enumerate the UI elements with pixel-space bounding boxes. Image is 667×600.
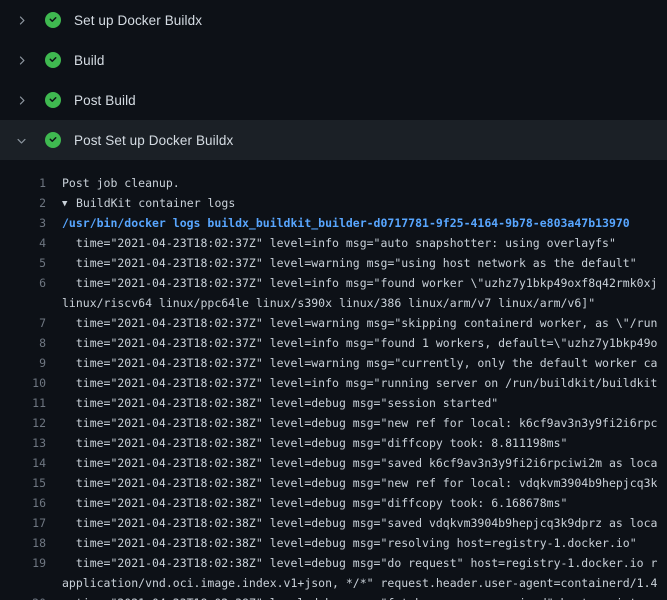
log-line: 16 time="2021-04-23T18:02:38Z" level=deb…	[0, 493, 667, 513]
log-line: 12 time="2021-04-23T18:02:38Z" level=deb…	[0, 413, 667, 433]
line-number[interactable]: 15	[0, 473, 46, 493]
check-circle-icon	[45, 132, 61, 148]
log-line: 9 time="2021-04-23T18:02:37Z" level=warn…	[0, 353, 667, 373]
log-line: 15 time="2021-04-23T18:02:38Z" level=deb…	[0, 473, 667, 493]
log-text: time="2021-04-23T18:02:38Z" level=debug …	[62, 493, 567, 513]
line-number[interactable]: 8	[0, 333, 46, 353]
log-text: time="2021-04-23T18:02:38Z" level=debug …	[62, 433, 567, 453]
log-line: 14 time="2021-04-23T18:02:38Z" level=deb…	[0, 453, 667, 473]
log-group-label[interactable]: BuildKit container logs	[76, 196, 235, 210]
log-text: time="2021-04-23T18:02:38Z" level=debug …	[62, 553, 657, 573]
step-header-1[interactable]: Build	[0, 40, 667, 80]
log-line: 18 time="2021-04-23T18:02:38Z" level=deb…	[0, 533, 667, 553]
log-line: 19 time="2021-04-23T18:02:38Z" level=deb…	[0, 553, 667, 573]
log-line: 20 time="2021-04-23T18:02:38Z" level=deb…	[0, 593, 667, 600]
log-text: time="2021-04-23T18:02:37Z" level=info m…	[62, 233, 616, 253]
log-line-wrap: application/vnd.oci.image.index.v1+json,…	[0, 573, 667, 593]
log-line: 1 Post job cleanup.	[0, 173, 667, 193]
log-text: application/vnd.oci.image.index.v1+json,…	[62, 573, 657, 593]
log-line: 11 time="2021-04-23T18:02:38Z" level=deb…	[0, 393, 667, 413]
step-label: Post Build	[74, 93, 136, 108]
log-group-toggle[interactable]: ▼BuildKit container logs	[62, 193, 235, 213]
log-text: time="2021-04-23T18:02:37Z" level=info m…	[62, 333, 657, 353]
log-command-text: /usr/bin/docker logs buildx_buildkit_bui…	[62, 213, 630, 233]
log-text: time="2021-04-23T18:02:37Z" level=info m…	[62, 373, 657, 393]
log-line-wrap: linux/riscv64 linux/ppc64le linux/s390x …	[0, 293, 667, 313]
line-number[interactable]: 20	[0, 593, 46, 600]
log-line: 10 time="2021-04-23T18:02:37Z" level=inf…	[0, 373, 667, 393]
log-line: 8 time="2021-04-23T18:02:37Z" level=info…	[0, 333, 667, 353]
log-text: time="2021-04-23T18:02:38Z" level=debug …	[62, 453, 657, 473]
log-text: time="2021-04-23T18:02:37Z" level=warnin…	[62, 253, 637, 273]
chevron-down-icon[interactable]	[13, 132, 29, 148]
line-number[interactable]: 11	[0, 393, 46, 413]
log-text: time="2021-04-23T18:02:37Z" level=info m…	[62, 273, 657, 293]
line-number	[0, 293, 46, 313]
line-number[interactable]: 13	[0, 433, 46, 453]
log-text: time="2021-04-23T18:02:38Z" level=debug …	[62, 413, 657, 433]
line-number[interactable]: 19	[0, 553, 46, 573]
log-line: 3/usr/bin/docker logs buildx_buildkit_bu…	[0, 213, 667, 233]
log-text: time="2021-04-23T18:02:38Z" level=debug …	[62, 533, 637, 553]
step-label: Post Set up Docker Buildx	[74, 133, 233, 148]
line-number	[0, 573, 46, 593]
step-header-3[interactable]: Post Set up Docker Buildx	[0, 120, 667, 160]
line-number[interactable]: 3	[0, 213, 46, 233]
log-text: time="2021-04-23T18:02:38Z" level=debug …	[62, 393, 498, 413]
log-line: 7 time="2021-04-23T18:02:37Z" level=warn…	[0, 313, 667, 333]
steps-list: Set up Docker Buildx Build Post Build Post …	[0, 0, 667, 160]
check-circle-icon	[45, 52, 61, 68]
line-number[interactable]: 4	[0, 233, 46, 253]
line-number[interactable]: 1	[0, 173, 46, 193]
log-line: 4 time="2021-04-23T18:02:37Z" level=info…	[0, 233, 667, 253]
line-number[interactable]: 14	[0, 453, 46, 473]
line-number[interactable]: 9	[0, 353, 46, 373]
step-label: Set up Docker Buildx	[74, 13, 202, 28]
log-text: linux/riscv64 linux/ppc64le linux/s390x …	[62, 293, 595, 313]
log-text: time="2021-04-23T18:02:37Z" level=warnin…	[62, 313, 657, 333]
line-number[interactable]: 17	[0, 513, 46, 533]
chevron-right-icon[interactable]	[13, 12, 29, 28]
chevron-right-icon[interactable]	[13, 52, 29, 68]
line-number[interactable]: 16	[0, 493, 46, 513]
log-container: 1 Post job cleanup. 2 ▼BuildKit container l…	[0, 160, 667, 600]
log-line: 13 time="2021-04-23T18:02:38Z" level=deb…	[0, 433, 667, 453]
line-number[interactable]: 10	[0, 373, 46, 393]
line-number[interactable]: 7	[0, 313, 46, 333]
log-line: 6 time="2021-04-23T18:02:37Z" level=info…	[0, 273, 667, 293]
log-line: 5 time="2021-04-23T18:02:37Z" level=warn…	[0, 253, 667, 273]
log-line: 2 ▼BuildKit container logs	[0, 193, 667, 213]
log-text: time="2021-04-23T18:02:38Z" level=debug …	[62, 513, 657, 533]
log-text: Post job cleanup.	[62, 173, 180, 193]
line-number[interactable]: 6	[0, 273, 46, 293]
check-circle-icon	[45, 12, 61, 28]
log-text: time="2021-04-23T18:02:38Z" level=debug …	[62, 473, 657, 493]
log-text: time="2021-04-23T18:02:38Z" level=debug …	[62, 593, 657, 600]
log-line: 17 time="2021-04-23T18:02:38Z" level=deb…	[0, 513, 667, 533]
check-circle-icon	[45, 92, 61, 108]
line-number[interactable]: 18	[0, 533, 46, 553]
step-header-2[interactable]: Post Build	[0, 80, 667, 120]
step-label: Build	[74, 53, 105, 68]
line-number[interactable]: 5	[0, 253, 46, 273]
chevron-right-icon[interactable]	[13, 92, 29, 108]
step-header-0[interactable]: Set up Docker Buildx	[0, 0, 667, 40]
line-number[interactable]: 2	[0, 193, 46, 213]
line-number[interactable]: 12	[0, 413, 46, 433]
log-text: time="2021-04-23T18:02:37Z" level=warnin…	[62, 353, 657, 373]
group-collapse-icon[interactable]: ▼	[62, 194, 76, 213]
